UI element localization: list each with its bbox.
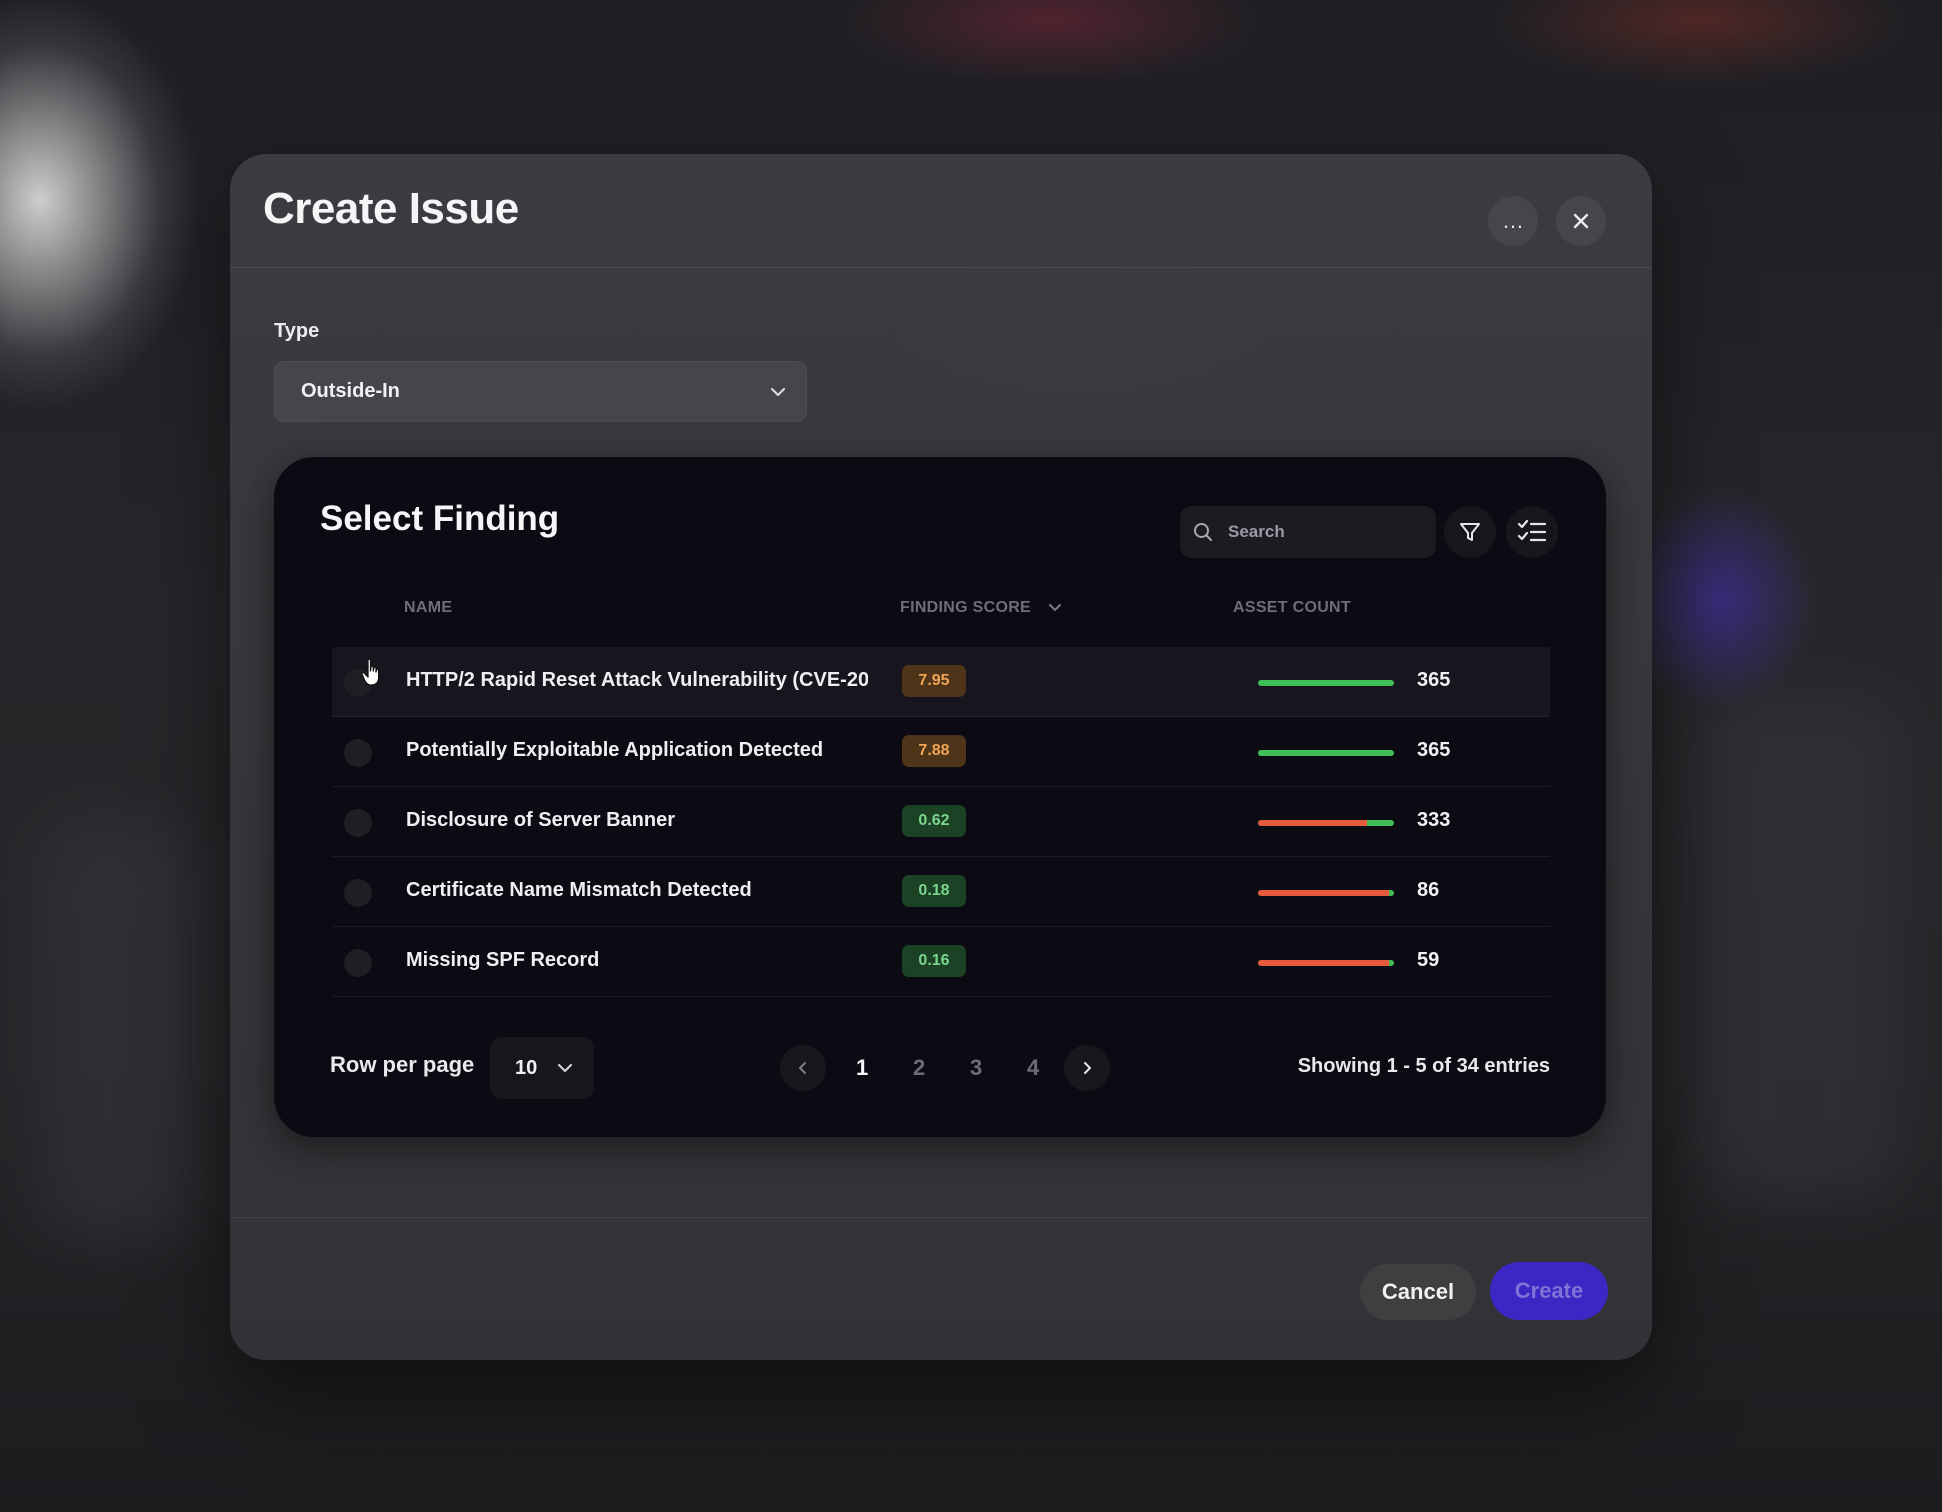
- row-select-radio[interactable]: [344, 809, 372, 837]
- chevron-right-icon: [1084, 1062, 1091, 1074]
- asset-count-bar: [1258, 820, 1394, 826]
- modal-title: Create Issue: [263, 184, 519, 233]
- finding-name: HTTP/2 Rapid Reset Attack Vulnerability …: [406, 669, 868, 691]
- page-number-3[interactable]: 3: [970, 1055, 982, 1081]
- modal-header: Create Issue …: [230, 154, 1652, 268]
- column-header-name: NAME: [404, 599, 453, 616]
- rows-per-page-select[interactable]: 10: [490, 1037, 594, 1099]
- next-page-button[interactable]: [1064, 1045, 1110, 1091]
- sort-chevron-icon: [1048, 604, 1061, 611]
- more-options-button[interactable]: …: [1488, 196, 1538, 246]
- asset-count-bar-fill: [1258, 890, 1389, 896]
- backdrop-blur-panel: [40, 820, 200, 1240]
- chevron-down-icon: [557, 1063, 573, 1073]
- panel-title: Select Finding: [320, 499, 560, 538]
- asset-count-bar: [1258, 750, 1394, 756]
- create-issue-modal: Create Issue … Type Outside-In Select Fi…: [230, 154, 1652, 1360]
- asset-count-bar: [1258, 960, 1394, 966]
- chevron-down-icon: [770, 387, 786, 397]
- create-button[interactable]: Create: [1490, 1262, 1608, 1320]
- backdrop-blur-panel: [1700, 700, 1900, 1200]
- column-header-finding-score[interactable]: FINDING SCORE: [900, 599, 1062, 617]
- column-header-asset-count: ASSET COUNT: [1233, 599, 1351, 616]
- close-button[interactable]: [1556, 196, 1606, 246]
- type-select-value: Outside-In: [301, 380, 400, 402]
- finding-score-badge: 0.62: [902, 805, 966, 837]
- finding-name: Potentially Exploitable Application Dete…: [406, 739, 824, 761]
- page-number-2[interactable]: 2: [913, 1055, 925, 1081]
- table-row[interactable]: Certificate Name Mismatch Detected 0.18 86: [332, 857, 1550, 927]
- type-label: Type: [274, 320, 320, 342]
- table-row[interactable]: Potentially Exploitable Application Dete…: [332, 717, 1550, 787]
- asset-count: 59: [1417, 949, 1440, 971]
- prev-page-button[interactable]: [780, 1045, 826, 1091]
- asset-count-bar-fill: [1258, 820, 1367, 826]
- row-select-radio[interactable]: [344, 879, 372, 907]
- filter-button[interactable]: [1444, 506, 1496, 558]
- row-select-radio[interactable]: [344, 739, 372, 767]
- more-icon: …: [1502, 208, 1524, 233]
- asset-count: 365: [1417, 739, 1451, 761]
- finding-score-badge: 0.18: [902, 875, 966, 907]
- entries-summary: Showing 1 - 5 of 34 entries: [1297, 1055, 1550, 1077]
- asset-count-bar-fill: [1258, 960, 1389, 966]
- type-select[interactable]: Outside-In: [274, 361, 807, 422]
- finding-score-badge: 7.95: [902, 665, 966, 697]
- column-settings-button[interactable]: [1506, 506, 1558, 558]
- filter-icon: [1460, 523, 1480, 541]
- checklist-icon: [1517, 519, 1547, 542]
- rows-per-page-label: Row per page: [330, 1052, 475, 1077]
- close-icon: [1573, 213, 1589, 229]
- footer-divider: [230, 1217, 1652, 1218]
- table-row[interactable]: HTTP/2 Rapid Reset Attack Vulnerability …: [332, 647, 1550, 717]
- page-number-1[interactable]: 1: [856, 1055, 868, 1081]
- select-finding-panel: Select Finding NAME FINDING SCORE: [274, 457, 1606, 1137]
- asset-count-bar: [1258, 680, 1394, 686]
- table-row[interactable]: Missing SPF Record 0.16 59: [332, 927, 1550, 997]
- finding-name: Missing SPF Record: [406, 949, 600, 971]
- asset-count: 86: [1417, 879, 1440, 901]
- finding-name: Certificate Name Mismatch Detected: [406, 879, 752, 901]
- asset-count: 365: [1417, 669, 1451, 691]
- cancel-button[interactable]: Cancel: [1360, 1264, 1476, 1320]
- chevron-left-icon: [799, 1062, 806, 1074]
- finding-score-badge: 7.88: [902, 735, 966, 767]
- finding-name: Disclosure of Server Banner: [406, 809, 675, 831]
- search-input[interactable]: [1228, 522, 1418, 542]
- search-icon: [1194, 523, 1212, 541]
- hand-cursor-icon: [361, 658, 380, 686]
- search-box: [1180, 506, 1436, 558]
- row-select-radio[interactable]: [344, 949, 372, 977]
- table-row[interactable]: Disclosure of Server Banner 0.62 333: [332, 787, 1550, 857]
- page-number-4[interactable]: 4: [1027, 1055, 1039, 1081]
- asset-count: 333: [1417, 809, 1451, 831]
- column-header-label: FINDING SCORE: [900, 599, 1032, 616]
- finding-score-badge: 0.16: [902, 945, 966, 977]
- rows-per-page-value: 10: [515, 1056, 538, 1079]
- asset-count-bar: [1258, 890, 1394, 896]
